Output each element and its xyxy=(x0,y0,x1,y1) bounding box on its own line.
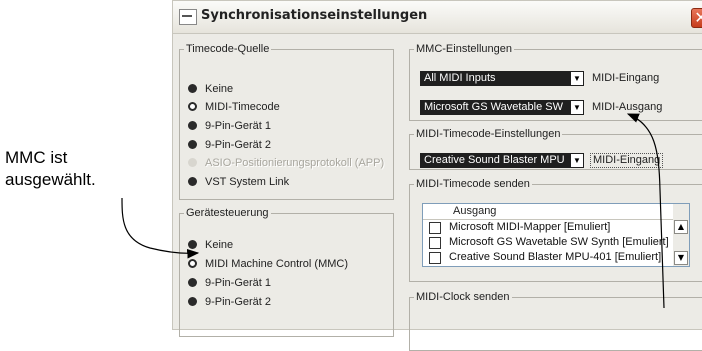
mmc-output-arrow xyxy=(626,113,665,308)
annotation-arrows xyxy=(121,113,665,308)
callout-arrow xyxy=(121,197,200,259)
